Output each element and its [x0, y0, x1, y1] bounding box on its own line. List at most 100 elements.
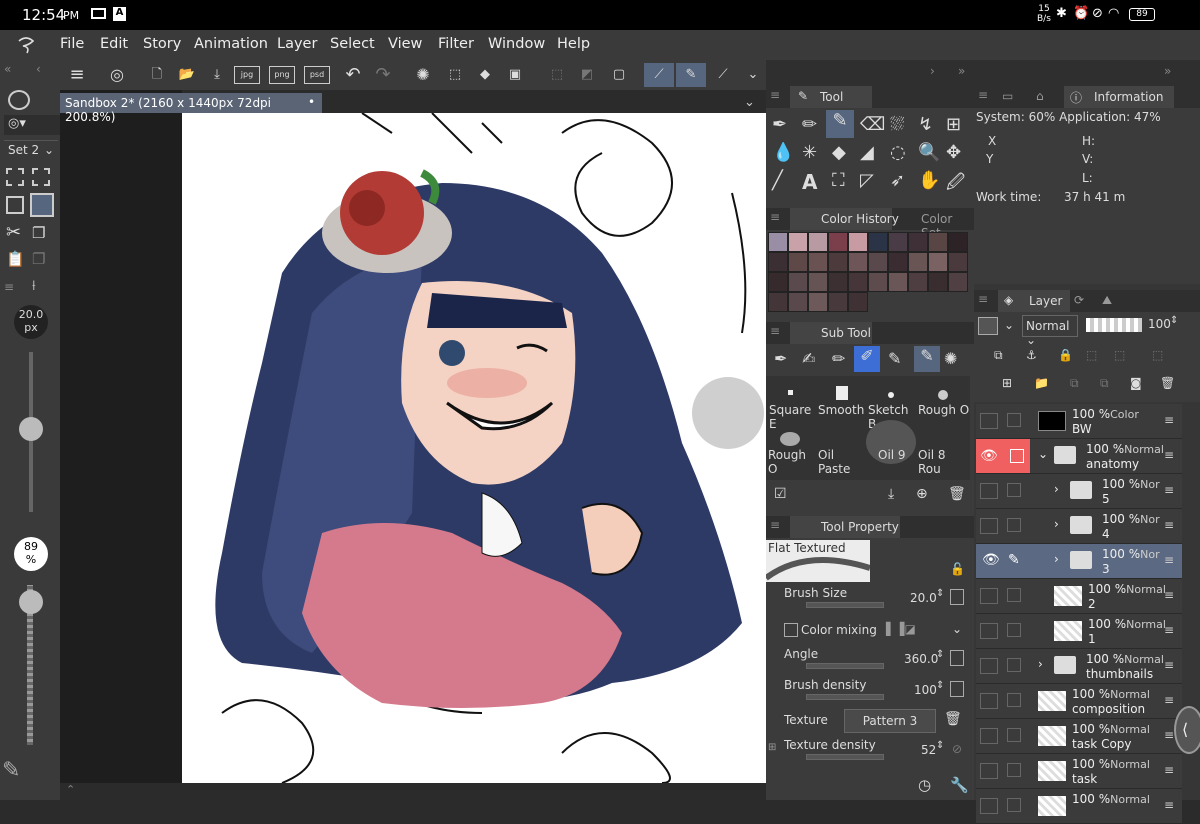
- expand-icon[interactable]: ⌄: [1038, 447, 1048, 461]
- transform-icon[interactable]: [6, 196, 24, 214]
- layer-menu-icon[interactable]: ≡: [1164, 658, 1174, 672]
- tab-color-history[interactable]: Color History: [821, 212, 899, 226]
- menu-icon[interactable]: ≡: [4, 280, 14, 294]
- menu-filter[interactable]: Filter: [438, 36, 474, 52]
- frame-tool-icon[interactable]: ⛶: [832, 170, 845, 191]
- dropper-icon[interactable]: 💧: [772, 142, 794, 163]
- layer-menu-icon[interactable]: ≡: [1164, 553, 1174, 567]
- clear-icon[interactable]: ⬚: [442, 63, 468, 87]
- layer-check[interactable]: [1007, 763, 1021, 777]
- hand-tool-icon[interactable]: ✋: [918, 170, 940, 191]
- magic-wand-icon[interactable]: 🔍: [918, 142, 940, 163]
- visibility-toggle[interactable]: [980, 483, 998, 499]
- layer-mask-enable-icon[interactable]: ⬚: [1152, 348, 1163, 362]
- collapse-double-icon[interactable]: »: [958, 64, 965, 78]
- color-swatch[interactable]: [928, 272, 948, 292]
- visibility-toggle[interactable]: [980, 518, 998, 534]
- brush-item[interactable]: Rough O: [916, 376, 970, 420]
- menu-story[interactable]: Story: [143, 36, 181, 52]
- zoom-icon[interactable]: [8, 90, 30, 110]
- tab-list-chevron-icon[interactable]: ⌄: [744, 95, 755, 110]
- new-folder-icon[interactable]: 📁: [1034, 376, 1049, 390]
- sparkle-tool-icon[interactable]: ✳: [802, 142, 817, 163]
- color-swatch[interactable]: [868, 252, 888, 272]
- ruler-snap-icon[interactable]: ⟋: [644, 63, 674, 87]
- color-swatch[interactable]: [808, 252, 828, 272]
- opacity-knob[interactable]: [19, 590, 43, 614]
- canvas-tab[interactable]: Sandbox 2* (2160 x 1440px 72dpi 200.8%) •: [60, 93, 322, 124]
- menu-edit[interactable]: Edit: [100, 36, 128, 52]
- color-swatch[interactable]: [908, 252, 928, 272]
- color-swatch[interactable]: [888, 272, 908, 292]
- expand-icon[interactable]: ›: [1054, 517, 1059, 531]
- color-swatch[interactable]: [808, 272, 828, 292]
- grid-tool-icon[interactable]: ⊞: [946, 114, 961, 135]
- brush-item[interactable]: Sketch B: [866, 376, 916, 431]
- new-file-icon[interactable]: 🗋: [144, 63, 170, 87]
- operation-tool-icon[interactable]: ➶: [890, 170, 905, 191]
- layer-ref-icon[interactable]: ⧉: [994, 348, 1003, 363]
- chevron-down-icon[interactable]: ⌄: [1004, 318, 1014, 332]
- texture-select[interactable]: Pattern 3: [844, 709, 936, 733]
- brush-density-slider[interactable]: [806, 694, 884, 700]
- visibility-toggle[interactable]: [980, 798, 998, 814]
- color-swatch[interactable]: [948, 232, 968, 252]
- color-swatch[interactable]: [828, 272, 848, 292]
- color-swatch[interactable]: [928, 252, 948, 272]
- color-mixing-checkbox[interactable]: [784, 623, 798, 637]
- angle-slider[interactable]: [806, 663, 884, 669]
- color-swatch[interactable]: [948, 272, 968, 292]
- category-oil-icon[interactable]: ✎: [914, 346, 940, 372]
- loading-icon[interactable]: ✺: [410, 63, 436, 87]
- density-dynamics-icon[interactable]: [950, 681, 964, 697]
- line-tool-icon[interactable]: ╱: [772, 170, 783, 191]
- color-swatch[interactable]: [768, 232, 788, 252]
- layer-row[interactable]: 100 %Normal 2 ≡: [976, 579, 1182, 614]
- layer-check[interactable]: [1007, 623, 1021, 637]
- color-swatch[interactable]: [768, 252, 788, 272]
- category-pen-icon[interactable]: ✒: [774, 349, 787, 368]
- brush-item-selected[interactable]: Oil 9: [866, 420, 916, 464]
- layer-menu-icon[interactable]: ≡: [1164, 728, 1174, 742]
- import-brush-icon[interactable]: ⤓: [888, 486, 894, 502]
- menu-file[interactable]: File: [60, 36, 84, 52]
- visibility-toggle[interactable]: [980, 588, 998, 604]
- brush-tool-icon[interactable]: ✎: [826, 110, 854, 138]
- export-png-icon[interactable]: png: [269, 66, 295, 84]
- menu-layer[interactable]: Layer: [277, 36, 317, 52]
- lasso-tool-icon[interactable]: ◌: [890, 142, 906, 163]
- move-tool-icon[interactable]: ✥: [946, 142, 961, 163]
- collapse-left-icon[interactable]: «: [4, 62, 11, 76]
- layer-lock-alpha-icon[interactable]: ⬚: [1086, 348, 1097, 362]
- color-swatch[interactable]: [848, 292, 868, 312]
- category-marker-icon[interactable]: ✍: [802, 349, 815, 368]
- layer-clip-icon[interactable]: ⚓: [1026, 348, 1037, 362]
- timeline-tab-icon[interactable]: ⛰: [1102, 293, 1112, 308]
- layer-menu-icon[interactable]: ≡: [1164, 413, 1174, 427]
- color-swatch[interactable]: [848, 232, 868, 252]
- visibility-toggle[interactable]: [980, 693, 998, 709]
- layer-menu-icon[interactable]: ≡: [1164, 588, 1174, 602]
- angle-dynamics-icon[interactable]: [950, 650, 964, 666]
- layer-row[interactable]: › 100 %Nor 5 ≡: [976, 474, 1182, 509]
- layer-lock-icon[interactable]: 🔒: [1058, 348, 1073, 362]
- open-folder-icon[interactable]: 📂: [174, 63, 200, 87]
- select-rect-icon[interactable]: [6, 168, 24, 186]
- layer-mask-icon[interactable]: ⬚: [1114, 348, 1125, 362]
- fill-tool-icon[interactable]: ⛆: [890, 114, 904, 135]
- merge-icon[interactable]: ⧉: [1070, 376, 1079, 391]
- layer-check[interactable]: [1007, 658, 1021, 672]
- color-swatch[interactable]: [808, 292, 828, 312]
- chevron-down-icon[interactable]: ⌄: [952, 622, 962, 636]
- app-logo-icon[interactable]: [15, 35, 37, 55]
- color-swatch[interactable]: [768, 292, 788, 312]
- sub-view-tab-icon[interactable]: ⌂: [1036, 89, 1044, 103]
- texture-density-slider[interactable]: [806, 754, 884, 760]
- color-swatch[interactable]: [768, 272, 788, 292]
- color-swatch[interactable]: [788, 292, 808, 312]
- brush-size-dynamics-icon[interactable]: [950, 589, 964, 605]
- brush-size-slider[interactable]: [806, 602, 884, 608]
- balloon-tool-icon[interactable]: ◸: [860, 170, 874, 191]
- color-swatch[interactable]: [828, 292, 848, 312]
- layer-check[interactable]: [1010, 449, 1024, 463]
